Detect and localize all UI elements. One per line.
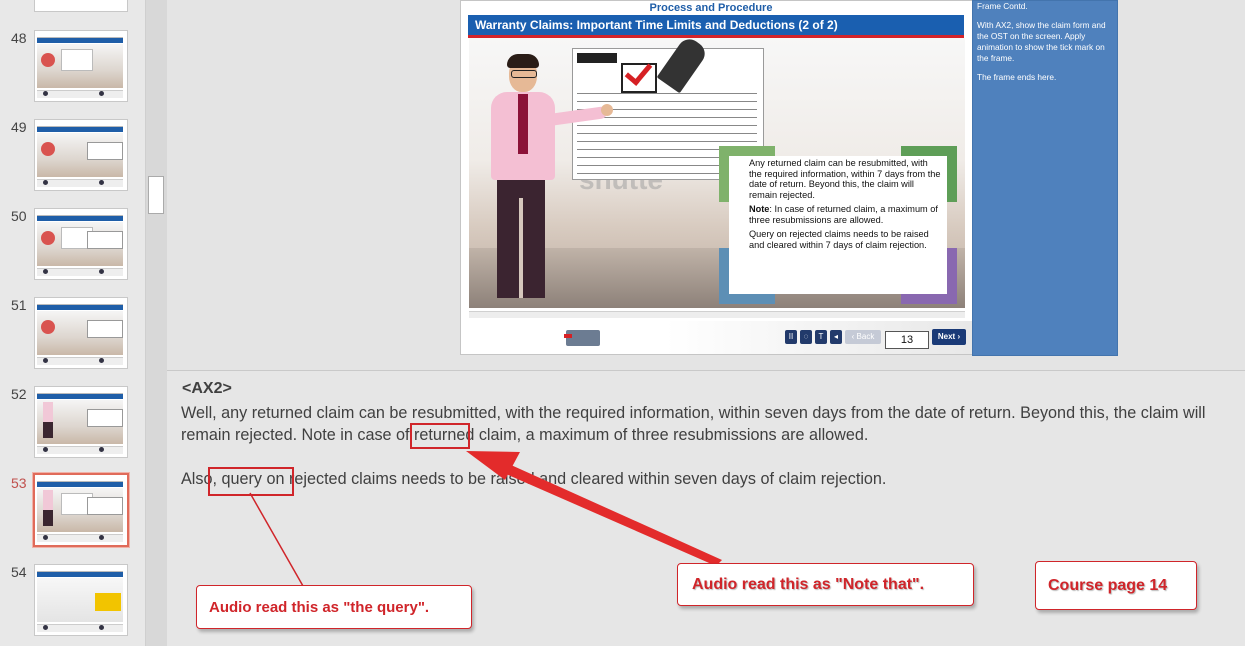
slide-number: 52 bbox=[11, 386, 27, 402]
tick-mark-icon bbox=[621, 63, 657, 93]
slide-thumbnail-row-49[interactable]: 49 bbox=[0, 119, 145, 199]
slide-editing-area: Process and Procedure Warranty Claims: I… bbox=[167, 0, 1245, 371]
volume-button[interactable]: ◂ bbox=[830, 330, 842, 344]
ost-note-label: Note bbox=[749, 204, 770, 214]
dev-note-line-3: The frame ends here. bbox=[977, 72, 1057, 82]
audio-query-callout: Audio read this as "the query". bbox=[196, 585, 472, 629]
ost-note-text: : In case of returned claim, a maximum o… bbox=[749, 204, 938, 225]
slide-title: Warranty Claims: Important Time Limits a… bbox=[475, 18, 838, 32]
slide-thumbnail-image[interactable] bbox=[34, 297, 128, 369]
slide-thumbnail-image-selected[interactable] bbox=[33, 473, 129, 547]
speaker-notes-paragraph-1[interactable]: Well, any returned claim can be resubmit… bbox=[181, 402, 1245, 446]
pause-button[interactable]: II bbox=[785, 330, 797, 344]
slide-thumbnail-pane: 48 49 50 51 52 53 54 bbox=[0, 0, 145, 646]
slide-thumbnail-image[interactable] bbox=[34, 0, 128, 12]
slide-thumbnail-image[interactable] bbox=[34, 30, 128, 102]
onscreen-text-box: Any returned claim can be resubmitted, w… bbox=[719, 146, 957, 304]
slide-number: 54 bbox=[11, 564, 27, 580]
slide-thumbnail-row-partial[interactable] bbox=[0, 0, 145, 20]
audio-button[interactable]: ◌ bbox=[800, 330, 812, 344]
audio-tag: <AX2> bbox=[182, 380, 232, 397]
slide-thumbnail-row-48[interactable]: 48 bbox=[0, 30, 145, 110]
scrollbar-thumb[interactable] bbox=[148, 176, 164, 214]
back-button[interactable]: ‹ Back bbox=[845, 330, 881, 344]
slide-number: 50 bbox=[11, 208, 27, 224]
slide-number: 51 bbox=[11, 297, 27, 313]
slide-stage: shutte Any re bbox=[469, 38, 965, 308]
slide-thumbnail-row-54[interactable]: 54 bbox=[0, 564, 145, 644]
slide-section-heading: Process and Procedure bbox=[649, 2, 773, 14]
dev-note-line-1: Frame Contd. bbox=[977, 1, 1028, 11]
ost-paragraph-1: Any returned claim can be resubmitted, w… bbox=[749, 158, 941, 200]
slide-number: 48 bbox=[11, 30, 27, 46]
dev-note-line-2: With AX2, show the claim form and the OS… bbox=[977, 20, 1106, 63]
player-footer: II ◌ T ◂ ‹ Back 13 Next › bbox=[461, 321, 973, 354]
developer-notes-panel: Frame Contd. With AX2, show the claim fo… bbox=[972, 0, 1118, 356]
thumbnail-scrollbar[interactable] bbox=[145, 0, 169, 646]
next-button[interactable]: Next › bbox=[932, 329, 966, 345]
truck-logo-icon bbox=[564, 330, 600, 346]
slide-number: 53 bbox=[11, 475, 27, 491]
note-highlight-box bbox=[410, 423, 470, 449]
slide-thumbnail-image[interactable] bbox=[34, 564, 128, 636]
ost-paragraph-2: Note: In case of returned claim, a maxim… bbox=[749, 204, 941, 225]
page-number-input[interactable]: 13 bbox=[885, 331, 929, 349]
slide-thumbnail-image[interactable] bbox=[34, 386, 128, 458]
slide-title-bar: Warranty Claims: Important Time Limits a… bbox=[468, 15, 964, 38]
slide-canvas[interactable]: Process and Procedure Warranty Claims: I… bbox=[460, 0, 974, 355]
slide-thumbnail-image[interactable] bbox=[34, 208, 128, 280]
query-highlight-box bbox=[208, 467, 294, 496]
slide-thumbnail-row-53-selected[interactable]: 53 bbox=[0, 473, 145, 555]
progress-track bbox=[469, 311, 965, 318]
slide-thumbnail-row-52[interactable]: 52 bbox=[0, 386, 145, 466]
course-page-callout: Course page 14 bbox=[1035, 561, 1197, 610]
slide-number: 49 bbox=[11, 119, 27, 135]
transcript-button[interactable]: T bbox=[815, 330, 827, 344]
speaker-notes-paragraph-2[interactable]: Also, query on rejected claims needs to … bbox=[181, 468, 1241, 490]
audio-note-callout: Audio read this as "Note that". bbox=[677, 563, 974, 606]
slide-thumbnail-image[interactable] bbox=[34, 119, 128, 191]
slide-thumbnail-row-50[interactable]: 50 bbox=[0, 208, 145, 288]
slide-thumbnail-row-51[interactable]: 51 bbox=[0, 297, 145, 377]
ost-paragraph-3: Query on rejected claims needs to be rai… bbox=[749, 229, 929, 250]
